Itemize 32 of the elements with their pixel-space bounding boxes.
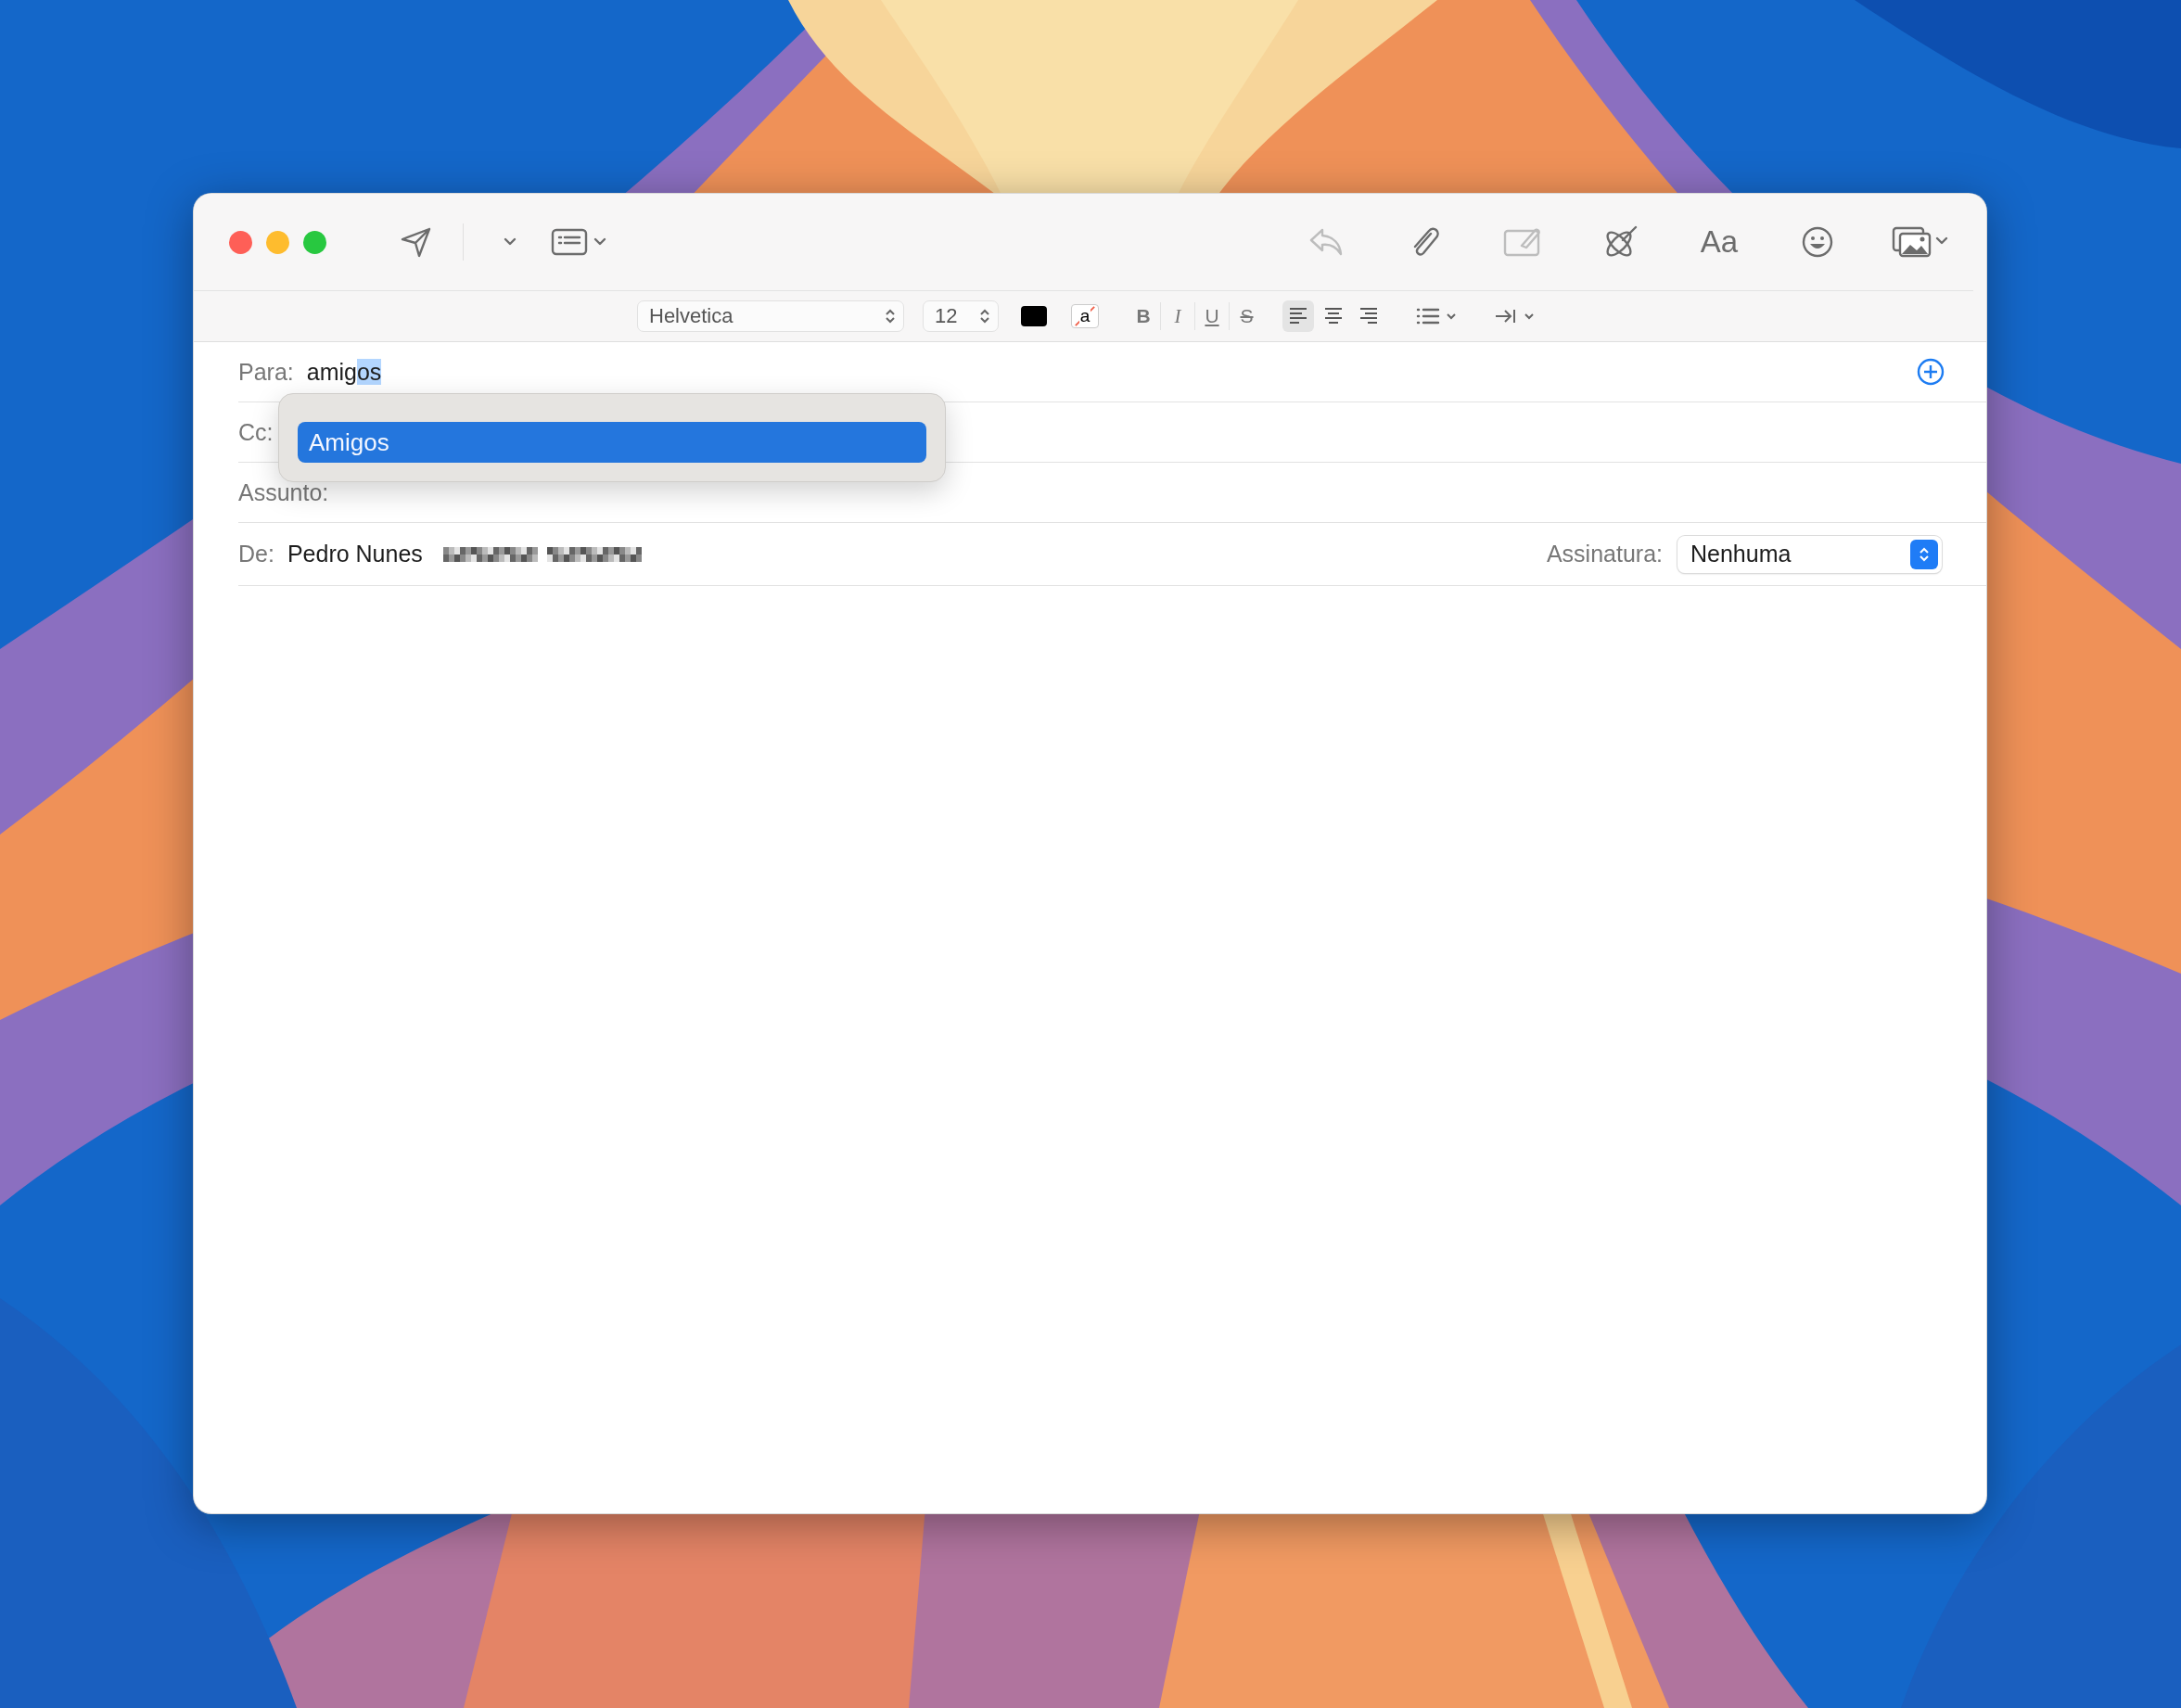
field-label: Assunto: (238, 478, 329, 506)
field-label: Para: (238, 358, 294, 386)
sender-name[interactable]: Pedro Nunes (287, 541, 423, 567)
signature-select[interactable]: Nenhuma (1677, 535, 1942, 573)
field-label: Assinatura: (1546, 541, 1663, 567)
text-color-well[interactable] (1021, 306, 1047, 326)
align-left-button[interactable] (1282, 300, 1314, 332)
suggestion-item[interactable]: Amigos (298, 422, 926, 463)
font-select[interactable]: Helvetica (637, 300, 904, 332)
field-label: Cc: (238, 418, 274, 446)
bold-button[interactable]: B (1127, 302, 1161, 330)
chevron-icon (1524, 312, 1535, 320)
indent-icon (1494, 307, 1518, 325)
close-window-button[interactable] (229, 230, 252, 254)
font-size-select[interactable]: 12 (923, 300, 999, 332)
fonts-button[interactable]: Aa (1695, 218, 1743, 266)
smiley-icon (1801, 225, 1834, 259)
chevron-icon (1446, 312, 1457, 320)
italic-button[interactable]: I (1161, 302, 1195, 330)
stepper-icon (1919, 545, 1930, 563)
stepper-icon (885, 308, 896, 325)
header-fields-icon (551, 227, 608, 257)
stepper-icon (979, 308, 990, 325)
strike-button[interactable]: S (1230, 302, 1264, 330)
highlight-color-button[interactable]: a (1071, 304, 1099, 328)
bullet-list-icon (1416, 307, 1440, 325)
paper-plane-icon (400, 225, 433, 259)
chevron-icon (503, 237, 517, 247)
add-contact-icon[interactable] (1916, 357, 1945, 387)
underline-button[interactable]: U (1195, 302, 1230, 330)
recipient-input[interactable]: amigos (306, 358, 382, 386)
field-label: De: (238, 541, 274, 567)
